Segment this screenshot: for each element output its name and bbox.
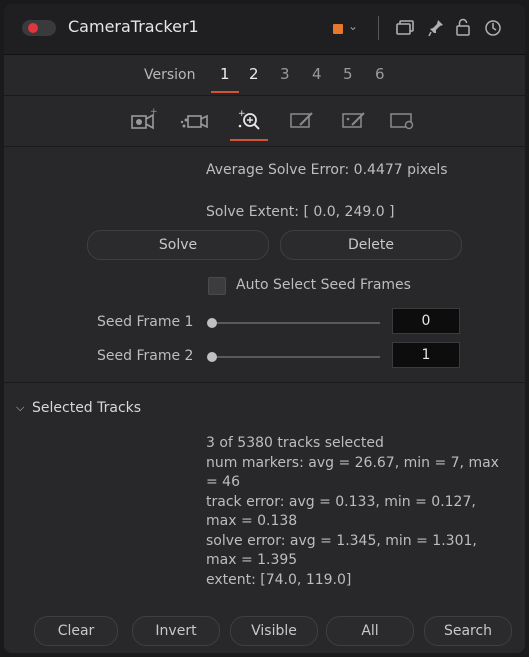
node-header: CameraTracker1 ⌄ [4,4,525,55]
lock-icon[interactable] [456,18,470,36]
selected-tracks-header[interactable]: Selected Tracks [32,400,141,416]
num-markers-stat: num markers: avg = 26.67, min = 7, max =… [206,454,499,491]
active-version-indicator [211,91,239,93]
active-tab-indicator [230,139,268,141]
settings-icon[interactable] [388,106,418,134]
delete-button[interactable]: Delete [280,230,462,260]
solve-button[interactable]: Solve [87,230,269,260]
version-row: Version 1 2 3 4 5 6 [4,55,525,96]
header-divider [378,16,379,40]
camera-solve-icon[interactable] [180,106,210,134]
window-icon[interactable] [396,20,414,36]
options-icon[interactable] [340,106,370,134]
chevron-down-icon[interactable]: ⌄ [348,19,358,33]
version-label: Version [144,67,196,83]
visible-button[interactable]: Visible [230,616,318,646]
clear-button[interactable]: Clear [34,616,118,646]
average-solve-error: Average Solve Error: 0.4477 pixels [206,162,448,178]
seed-frame-1-label: Seed Frame 1 [97,314,194,330]
version-1[interactable]: 1 [220,65,230,83]
version-6[interactable]: 6 [375,65,385,83]
enable-dot [28,23,38,33]
auto-select-seed-label: Auto Select Seed Frames [236,277,411,293]
seed-frame-2-value[interactable]: 1 [392,342,460,368]
invert-button[interactable]: Invert [132,616,220,646]
version-2[interactable]: 2 [249,65,259,83]
color-swatch[interactable] [333,24,343,34]
auto-select-seed-checkbox[interactable] [208,277,226,295]
extent-stat: extent: [74.0, 119.0] [206,571,352,588]
tab-row: + + [4,96,525,147]
seed-frame-2-label: Seed Frame 2 [97,348,194,364]
version-3[interactable]: 3 [280,65,290,83]
enable-toggle[interactable] [22,20,56,36]
node-title: CameraTracker1 [68,17,199,36]
track-error-stat: track error: avg = 0.133, min = 0.127, m… [206,493,476,530]
solve-magnify-icon[interactable]: + [234,106,264,134]
selected-tracks-info: 3 of 5380 tracks selected num markers: a… [206,434,506,590]
seed-frame-2-knob[interactable] [207,352,217,362]
section-divider [4,382,525,383]
export-icon[interactable] [288,106,318,134]
pin-icon[interactable] [428,19,444,37]
search-button[interactable]: Search [424,616,512,646]
solve-extent: Solve Extent: [ 0.0, 249.0 ] [206,204,395,220]
camera-track-icon[interactable]: + [128,106,158,134]
svg-text:+: + [238,109,246,119]
version-4[interactable]: 4 [312,65,322,83]
reset-icon[interactable] [484,19,502,37]
seed-frame-2-slider[interactable] [210,356,380,358]
seed-frame-1-value[interactable]: 0 [392,308,460,334]
seed-frame-1-slider[interactable] [210,322,380,324]
solve-error-stat: solve error: avg = 1.345, min = 1.301, m… [206,532,477,569]
tracks-selected-count: 3 of 5380 tracks selected [206,435,384,451]
svg-text:+: + [150,107,158,117]
inspector-panel: CameraTracker1 ⌄ Version 1 2 3 4 5 6 + +… [4,4,525,653]
version-5[interactable]: 5 [343,65,353,83]
seed-frame-1-knob[interactable] [207,318,217,328]
chevron-down-icon[interactable]: ⌵ [16,401,24,415]
all-button[interactable]: All [326,616,414,646]
